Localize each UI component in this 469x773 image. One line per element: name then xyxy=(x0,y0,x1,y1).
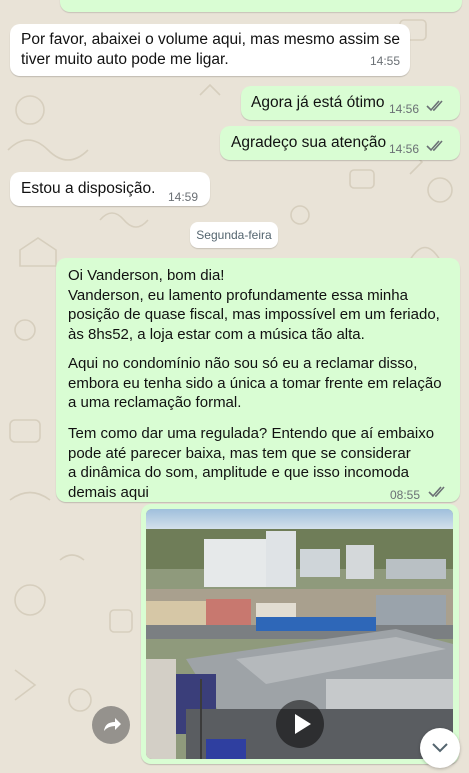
message-time: 14:55 xyxy=(369,54,400,68)
scroll-down-icon xyxy=(432,743,448,753)
play-icon xyxy=(295,714,311,734)
message-time: 14:56 xyxy=(389,102,420,116)
day-separator: Segunda-feira xyxy=(190,222,278,248)
play-button[interactable] xyxy=(276,700,324,748)
outgoing-message[interactable]: Agradeço sua atenção 14:56 xyxy=(220,126,460,160)
double-check-icon xyxy=(426,140,443,152)
double-check-icon xyxy=(426,100,443,112)
message-text: Agradeço sua atenção xyxy=(231,134,387,151)
message-time: 14:56 xyxy=(389,142,420,156)
message-paragraph: Aqui no condomínio não sou só eu a recla… xyxy=(68,355,442,411)
scroll-to-bottom-button[interactable] xyxy=(420,728,460,768)
message-time: 14:59 xyxy=(168,190,199,204)
outgoing-message-long[interactable]: Oi Vanderson, bom dia! Vanderson, eu lam… xyxy=(56,258,460,502)
previous-message-bubble xyxy=(60,0,462,12)
double-check-icon xyxy=(428,486,445,498)
message-time: 08:55 xyxy=(390,488,421,502)
outgoing-message[interactable]: Agora já está ótimo 14:56 xyxy=(241,86,460,120)
message-text: Agora já está ótimo xyxy=(251,94,385,111)
message-text: Estou a disposição. xyxy=(21,180,156,197)
forward-button[interactable] xyxy=(92,706,130,744)
incoming-message[interactable]: Por favor, abaixei o volume aqui, mas me… xyxy=(10,24,410,76)
message-paragraph: Oi Vanderson, bom dia! Vanderson, eu lam… xyxy=(68,267,440,343)
forward-icon xyxy=(104,718,121,731)
message-text: Por favor, abaixei o volume aqui, mas me… xyxy=(21,31,401,68)
incoming-message[interactable]: Estou a disposição. 14:59 xyxy=(10,172,210,206)
